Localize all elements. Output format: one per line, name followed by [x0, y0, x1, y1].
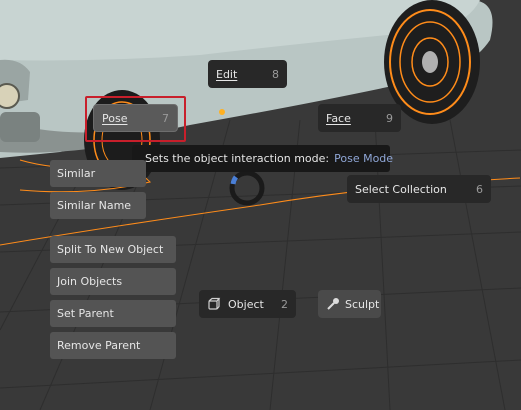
- split-to-new-object-button[interactable]: Split To New Object: [50, 236, 176, 263]
- pie-center: [229, 170, 265, 206]
- pose-label: Pose: [102, 111, 128, 125]
- set-parent-button[interactable]: Set Parent: [50, 300, 176, 327]
- pose-mode-button[interactable]: Pose 7: [93, 104, 178, 132]
- tooltip: Sets the object interaction mode: Pose M…: [132, 145, 394, 172]
- similar-label: Similar: [57, 167, 96, 180]
- remove-parent-button[interactable]: Remove Parent: [50, 332, 176, 359]
- edit-shortcut: 8: [272, 67, 279, 81]
- sculpt-mode-button[interactable]: Sculpt: [318, 290, 381, 318]
- select-collection-shortcut: 6: [476, 182, 483, 196]
- object-label: Object: [228, 297, 264, 311]
- select-collection-label: Select Collection: [355, 182, 447, 196]
- tooltip-value: Pose Mode: [334, 152, 394, 165]
- split-to-new-object-label: Split To New Object: [57, 243, 164, 256]
- object-origin: [219, 109, 225, 115]
- join-objects-button[interactable]: Join Objects: [50, 268, 176, 295]
- face-mode-button[interactable]: Face 9: [318, 104, 401, 132]
- object-shortcut: 2: [281, 297, 288, 311]
- sculpt-brush-icon: [326, 297, 340, 311]
- sculpt-label: Sculpt: [345, 297, 380, 311]
- remove-parent-label: Remove Parent: [57, 339, 141, 352]
- edit-mode-button[interactable]: Edit 8: [208, 60, 287, 88]
- similar-name-label: Similar Name: [57, 199, 132, 212]
- tooltip-text: Sets the object interaction mode:: [145, 152, 330, 165]
- face-shortcut: 9: [386, 111, 393, 125]
- face-label: Face: [326, 111, 351, 125]
- select-collection-button[interactable]: Select Collection 6: [347, 175, 491, 203]
- join-objects-label: Join Objects: [57, 275, 123, 288]
- select-similar-button[interactable]: Similar: [50, 160, 146, 187]
- set-parent-label: Set Parent: [57, 307, 114, 320]
- cube-icon: [207, 297, 221, 311]
- object-mode-button[interactable]: Object 2: [199, 290, 296, 318]
- pose-shortcut: 7: [162, 111, 169, 125]
- edit-label: Edit: [216, 67, 238, 81]
- select-similar-name-button[interactable]: Similar Name: [50, 192, 146, 219]
